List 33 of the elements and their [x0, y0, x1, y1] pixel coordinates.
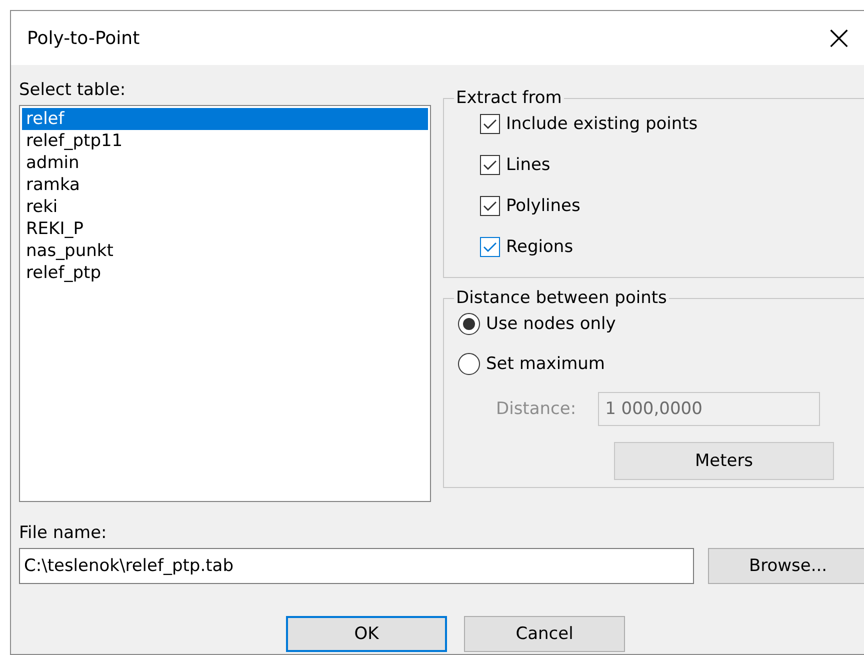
checkbox[interactable] — [480, 237, 500, 257]
window-title: Poly-to-Point — [27, 28, 140, 48]
list-item[interactable]: reki — [22, 196, 428, 218]
checkbox[interactable] — [480, 155, 500, 175]
dialog-button[interactable]: OK — [286, 616, 447, 652]
checkbox-label: Regions — [506, 236, 574, 258]
group-title: Distance between points — [455, 288, 668, 308]
radio-button[interactable] — [458, 313, 480, 335]
browse-button[interactable]: Browse... — [708, 548, 864, 584]
close-button[interactable]: × — [819, 18, 859, 58]
list-item[interactable]: relef_ptp — [22, 262, 428, 284]
units-button[interactable]: Meters — [614, 442, 834, 480]
checkbox[interactable] — [480, 196, 500, 216]
list-item[interactable]: REKI_P — [22, 218, 428, 240]
list-item[interactable]: relef_ptp11 — [22, 130, 428, 152]
field-label: Distance: — [496, 398, 576, 420]
table-list[interactable]: relef relef_ptp11 admin ramka reki REKI_P nas_punkt relef_ptp — [19, 105, 431, 502]
radio-button[interactable] — [458, 353, 480, 375]
list-item[interactable]: ramka — [22, 174, 428, 196]
field-label: File name: — [19, 522, 108, 544]
list-item[interactable]: admin — [22, 152, 428, 174]
field-label: Select table: — [19, 79, 127, 101]
group-title: Extract from — [455, 88, 563, 108]
list-item[interactable]: relef — [22, 108, 428, 130]
checkbox-label: Polylines — [506, 195, 580, 217]
file-name-field[interactable]: C:\teslenok\relef_ptp.tab — [19, 548, 694, 584]
checkbox[interactable] — [480, 114, 500, 134]
radio-label: Use nodes only — [486, 313, 616, 335]
checkbox-label: Include existing points — [506, 113, 698, 135]
dialog-button[interactable]: Cancel — [464, 616, 625, 652]
radio-label: Set maximum — [486, 353, 605, 375]
checkbox-label: Lines — [506, 154, 550, 176]
list-item[interactable]: nas_punkt — [22, 240, 428, 262]
